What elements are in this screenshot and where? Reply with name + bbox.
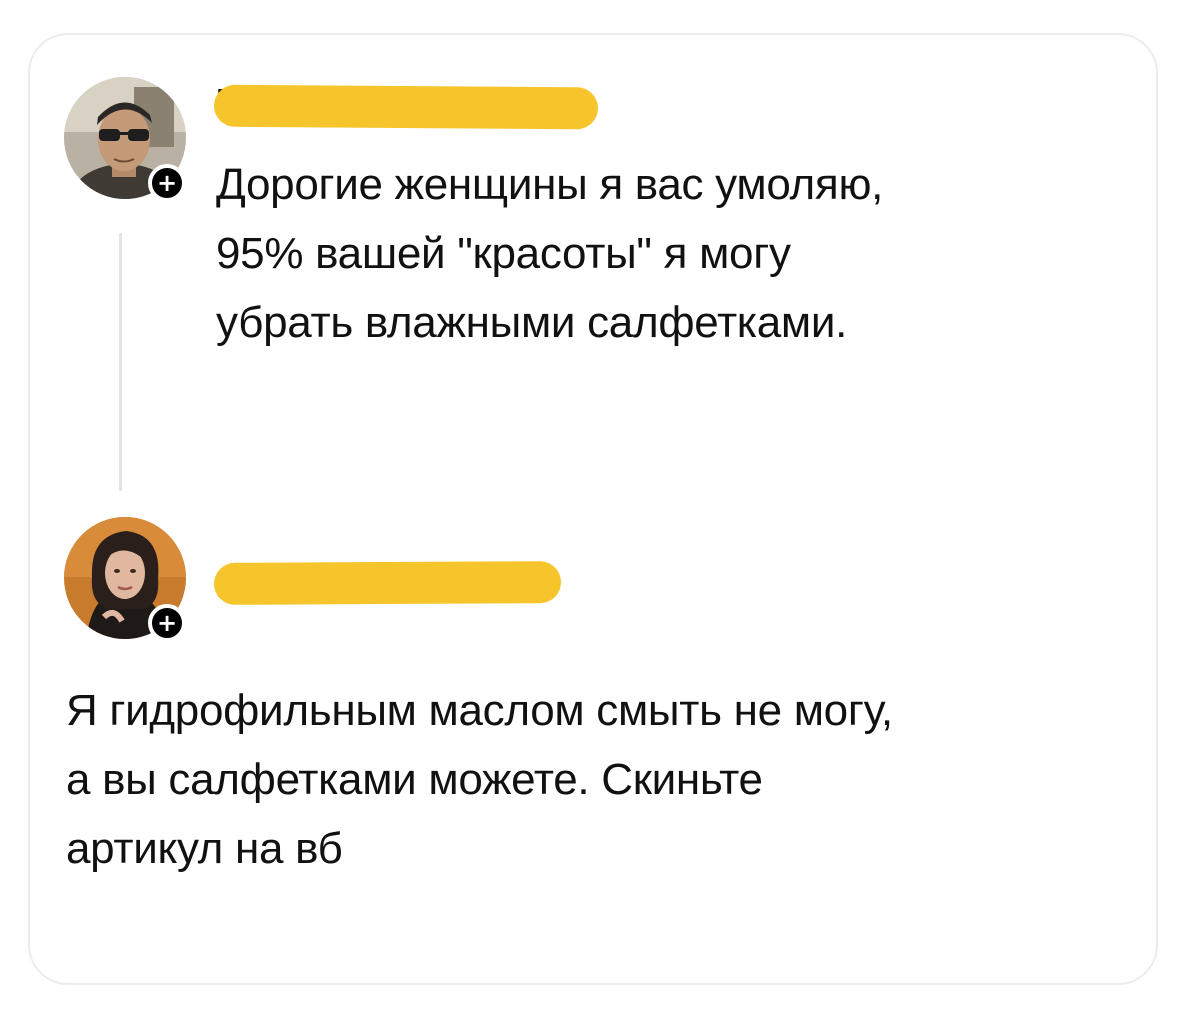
post-text-line: 95% вашей "красоты" я могу xyxy=(216,229,791,278)
reply-text-line: Я гидрофильным маслом смыть не могу, xyxy=(66,686,893,735)
follow-plus-icon[interactable]: + xyxy=(148,164,186,202)
thread-connector-line xyxy=(119,233,122,491)
username-redaction-mark xyxy=(213,84,599,130)
username-redaction-mark xyxy=(213,561,562,605)
reply-text-line: а вы салфетками можете. Скиньте xyxy=(66,755,763,804)
post-text: Дорогие женщины я вас умоляю, 95% вашей … xyxy=(216,150,883,357)
follow-plus-icon[interactable]: + xyxy=(148,604,186,642)
reply-text-line: артикул на вб xyxy=(66,824,343,873)
reply-text: Я гидрофильным маслом смыть не могу, а в… xyxy=(66,676,893,883)
post-text-line: убрать влажными салфетками. xyxy=(216,298,848,347)
post-text-line: Дорогие женщины я вас умоляю, xyxy=(216,160,884,209)
